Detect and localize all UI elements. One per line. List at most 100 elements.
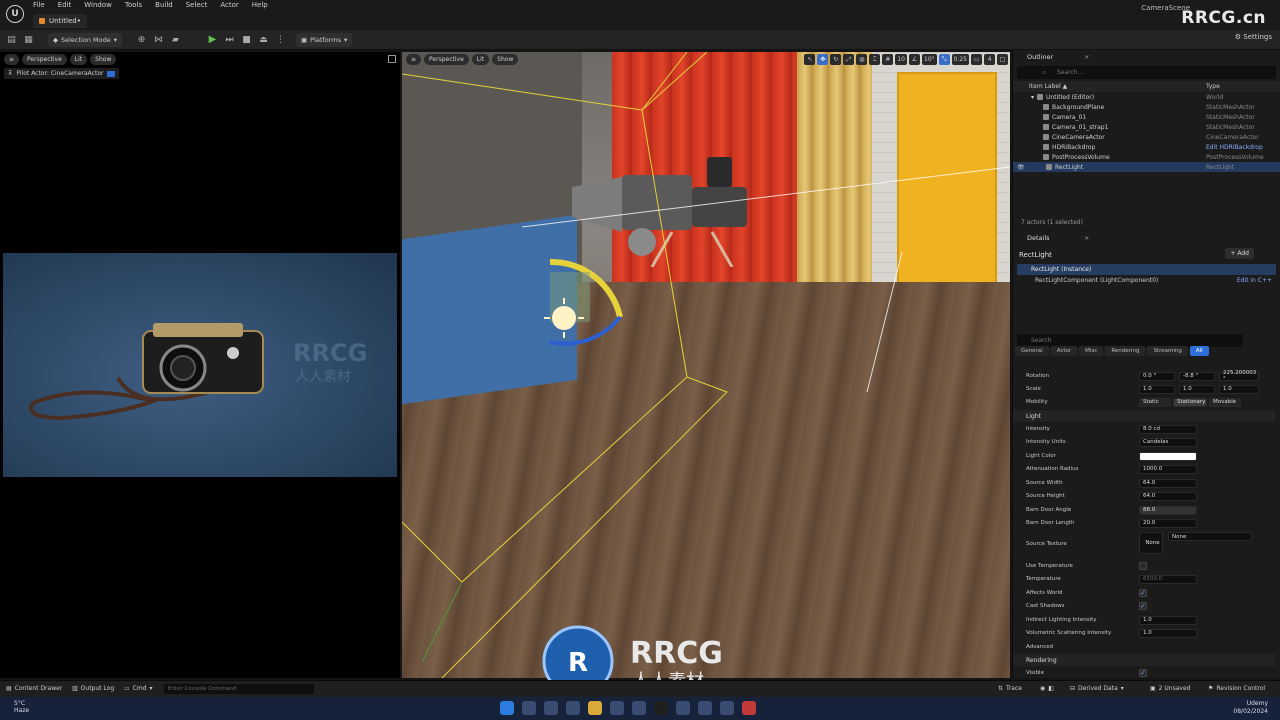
play-icon[interactable]: ▶ (207, 34, 218, 45)
type-header[interactable]: Type (1206, 83, 1220, 90)
camera-speed-value[interactable]: 4 (984, 54, 995, 65)
menu-select[interactable]: Select (186, 1, 208, 9)
instance-row[interactable]: RectLight (Instance) (1017, 264, 1276, 275)
cmd-dropdown[interactable]: ▭ Cmd ▾ (124, 685, 153, 692)
unreal-logo-icon[interactable]: U (6, 5, 24, 23)
world-space-icon[interactable]: ◍ (856, 54, 868, 65)
outliner-search-input[interactable]: ⌕ Search... (1017, 66, 1276, 79)
barn-angle-field[interactable]: 88.0 (1139, 505, 1197, 515)
barn-length-field[interactable]: 20.0 (1139, 518, 1197, 528)
item-label-header[interactable]: Item Label ▲ (1013, 83, 1206, 90)
rotation-z-field[interactable]: 225.200003 ° (1219, 370, 1259, 382)
trace-button[interactable]: ⇅ Trace (998, 685, 1022, 692)
component-row[interactable]: RectLightComponent (LightComponent0) Edi… (1013, 275, 1280, 286)
rotate-tool-icon[interactable]: ↻ (830, 54, 842, 65)
app-icon[interactable] (632, 701, 646, 715)
derived-data-button[interactable]: ⊟ Derived Data ▾ (1070, 685, 1124, 692)
outliner-row[interactable]: Camera_01 StaticMeshActor (1013, 112, 1280, 122)
menu-help[interactable]: Help (252, 1, 268, 9)
status-icons[interactable]: ◉ ◧ (1040, 685, 1054, 692)
browser-icon[interactable] (742, 701, 756, 715)
intensity-field[interactable]: 8.0 cd (1139, 424, 1197, 434)
temperature-field[interactable]: 6500.0 (1139, 574, 1197, 584)
eject-icon[interactable]: ⏏ (258, 34, 269, 45)
outliner-row[interactable]: ▾ Untitled (Editor) World (1013, 92, 1280, 102)
outliner-row-selected[interactable]: 👁 RectLight RectLight (1013, 162, 1280, 172)
surface-snap-icon[interactable]: ⌶ (869, 54, 881, 65)
outliner-tab[interactable]: Outliner × (1013, 50, 1280, 64)
rendering-section[interactable]: Rendering (1013, 654, 1275, 666)
outliner-row[interactable]: Camera_01_strap1 StaticMeshActor (1013, 122, 1280, 132)
eye-icon[interactable]: 👁 (1017, 164, 1043, 171)
indirect-field[interactable]: 1.0 (1139, 615, 1197, 625)
selection-mode-dropdown[interactable]: ◆ Selection Mode ▾ (48, 32, 122, 47)
viewport-options-button[interactable]: ≡ (4, 54, 20, 65)
filter-misc[interactable]: Misc (1079, 346, 1104, 356)
maximize-icon[interactable] (388, 55, 396, 63)
weather-widget[interactable]: 5°C Haze (14, 700, 29, 714)
use-temperature-checkbox[interactable] (1139, 562, 1147, 570)
add-actor-icon[interactable]: ⊕ (136, 34, 147, 45)
move-tool-icon[interactable]: ✥ (817, 54, 829, 65)
scale-tool-icon[interactable]: ⤢ (843, 54, 855, 65)
file-explorer-icon[interactable] (588, 701, 602, 715)
windows-start-icon[interactable] (500, 701, 514, 715)
close-icon[interactable]: × (1084, 53, 1089, 61)
menu-build[interactable]: Build (155, 1, 173, 9)
volumetric-field[interactable]: 1.0 (1139, 628, 1197, 638)
row-type-link[interactable]: Edit HDRIBackdrop (1206, 144, 1263, 151)
search-icon[interactable] (522, 701, 536, 715)
grid-snap-icon[interactable]: # (882, 54, 894, 65)
outliner-row[interactable]: BackgroundPlane StaticMeshActor (1013, 102, 1280, 112)
scale-y-field[interactable]: 1.0 (1179, 384, 1215, 394)
details-tab[interactable]: Details × (1013, 231, 1280, 245)
rotation-snap-value[interactable]: 10° (922, 54, 937, 65)
light-section[interactable]: Light (1013, 410, 1275, 422)
chat-icon[interactable] (566, 701, 580, 715)
lit-button[interactable]: Lit (69, 54, 88, 65)
output-log-button[interactable]: ▥ Output Log (72, 685, 114, 692)
rotation-y-field[interactable]: -8.8 ° (1179, 371, 1215, 381)
content-drawer-button[interactable]: ▤ Content Drawer (6, 685, 62, 692)
filter-streaming[interactable]: Streaming (1147, 346, 1188, 356)
stop-icon[interactable]: ■ (241, 34, 252, 45)
steam-icon[interactable] (676, 701, 690, 715)
scale-x-field[interactable]: 1.0 (1139, 384, 1175, 394)
menu-edit[interactable]: Edit (58, 1, 72, 9)
edit-cpp-link[interactable]: Edit in C++ (1237, 277, 1272, 284)
unsaved-button[interactable]: ▣ 2 Unsaved (1150, 685, 1190, 692)
save-icon[interactable]: ▤ (6, 34, 17, 45)
app-icon[interactable] (610, 701, 624, 715)
main-viewport[interactable]: ≡ Perspective Lit Show ↖ ✥ ↻ ⤢ ◍ ⌶ # 10 … (402, 52, 1010, 678)
close-icon[interactable]: × (1084, 234, 1089, 242)
outliner-row[interactable]: PostProcessVolume PostProcessVolume (1013, 152, 1280, 162)
rotation-x-field[interactable]: 0.0 ° (1139, 371, 1175, 381)
affects-world-checkbox[interactable]: ✓ (1139, 589, 1147, 597)
attenuation-field[interactable]: 1000.0 (1139, 464, 1197, 474)
filter-all[interactable]: All (1189, 346, 1209, 356)
menu-window[interactable]: Window (84, 1, 112, 9)
intensity-units-dropdown[interactable]: Candelas (1139, 437, 1197, 447)
rotation-snap-icon[interactable]: ∠ (909, 54, 920, 65)
source-width-field[interactable]: 64.0 (1139, 478, 1197, 488)
perspective-button[interactable]: Perspective (22, 54, 67, 65)
show-button[interactable]: Show (90, 54, 117, 65)
expand-icon[interactable]: ▾ (1031, 94, 1034, 101)
grid-snap-value[interactable]: 10 (895, 54, 907, 65)
source-height-field[interactable]: 64.0 (1139, 491, 1197, 501)
mobility-movable[interactable]: Movable (1209, 397, 1241, 407)
filter-rendering[interactable]: Rendering (1105, 346, 1146, 356)
light-color-swatch[interactable] (1139, 451, 1197, 461)
pin-icon[interactable]: ⊼ (8, 70, 12, 77)
filter-general[interactable]: General (1015, 346, 1049, 356)
cinematics-icon[interactable]: ▰ (170, 34, 181, 45)
menu-file[interactable]: File (33, 1, 45, 9)
platforms-dropdown[interactable]: ▣ Platforms ▾ (296, 32, 353, 47)
console-input[interactable]: Enter Console Command (164, 684, 314, 694)
settings-button[interactable]: ⚙ Settings (1235, 33, 1272, 41)
outliner-row[interactable]: CineCameraActor CineCameraActor (1013, 132, 1280, 142)
filter-actor[interactable]: Actor (1050, 346, 1078, 356)
texture-dropdown[interactable]: None (1168, 532, 1252, 541)
system-clock[interactable]: Udemy 08/02/2024 (1233, 700, 1268, 716)
viewport-options-button[interactable]: ≡ (406, 54, 422, 65)
